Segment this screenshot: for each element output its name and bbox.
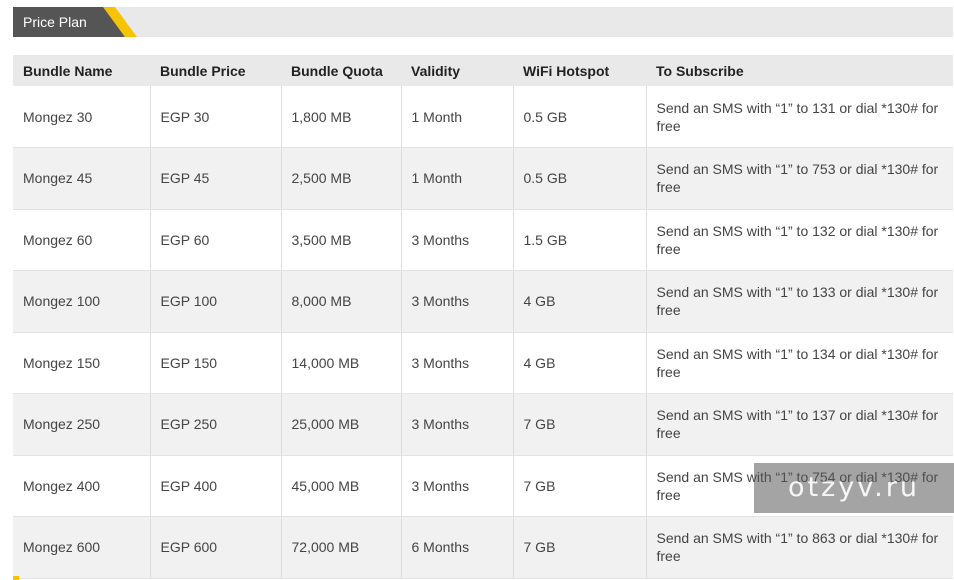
cell-bundle-quota: 72,000 MB (280, 516, 401, 579)
cell-to-subscribe: Send an SMS with “1” to 863 or dial *130… (645, 516, 953, 579)
column-header-validity: Validity (411, 62, 461, 79)
cell-to-subscribe: Send an SMS with “1” to 131 or dial *130… (645, 86, 953, 148)
cell-bundle-name: Mongez 600 (13, 516, 150, 579)
cell-wifi-hotspot: 1.5 GB (512, 209, 646, 271)
cell-bundle-name: Mongez 60 (13, 209, 150, 271)
cell-bundle-name: Mongez 400 (13, 455, 150, 517)
table-row: Mongez 600 EGP 600 72,000 MB 6 Months 7 … (13, 516, 953, 579)
column-header-wifi-hotspot: WiFi Hotspot (523, 62, 610, 79)
cell-wifi-hotspot: 7 GB (512, 516, 646, 579)
cell-bundle-price: EGP 400 (149, 455, 281, 517)
cell-wifi-hotspot: 0.5 GB (512, 86, 646, 148)
cell-to-subscribe: Send an SMS with “1” to 137 or dial *130… (645, 393, 953, 456)
cell-validity: 3 Months (400, 455, 513, 517)
price-plan-tab-label: Price Plan (23, 14, 87, 30)
cell-bundle-name: Mongez 30 (13, 86, 150, 148)
cell-validity: 3 Months (400, 270, 513, 333)
cell-validity: 3 Months (400, 209, 513, 271)
decorative-accent-mark (13, 576, 19, 580)
table-header-row: Bundle Name Bundle Price Bundle Quota Va… (13, 55, 953, 86)
cell-to-subscribe: Send an SMS with “1” to 134 or dial *130… (645, 332, 953, 394)
column-header-bundle-name: Bundle Name (23, 62, 113, 79)
watermark-overlay: otzyv.ru (754, 463, 954, 513)
cell-validity: 1 Month (400, 147, 513, 210)
cell-bundle-price: EGP 100 (149, 270, 281, 333)
cell-bundle-price: EGP 45 (149, 147, 281, 210)
cell-bundle-quota: 25,000 MB (280, 393, 401, 456)
cell-wifi-hotspot: 0.5 GB (512, 147, 646, 210)
cell-validity: 1 Month (400, 86, 513, 148)
cell-bundle-price: EGP 250 (149, 393, 281, 456)
cell-wifi-hotspot: 7 GB (512, 393, 646, 456)
cell-bundle-name: Mongez 150 (13, 332, 150, 394)
column-header-to-subscribe: To Subscribe (656, 62, 744, 79)
cell-bundle-quota: 1,800 MB (280, 86, 401, 148)
cell-to-subscribe: Send an SMS with “1” to 133 or dial *130… (645, 270, 953, 333)
section-header: Price Plan (13, 7, 953, 37)
cell-wifi-hotspot: 7 GB (512, 455, 646, 517)
watermark-text: otzyv.ru (788, 472, 920, 503)
cell-validity: 6 Months (400, 516, 513, 579)
table-row: Mongez 100 EGP 100 8,000 MB 3 Months 4 G… (13, 270, 953, 333)
cell-wifi-hotspot: 4 GB (512, 332, 646, 394)
cell-bundle-quota: 3,500 MB (280, 209, 401, 271)
cell-bundle-quota: 8,000 MB (280, 270, 401, 333)
cell-bundle-price: EGP 60 (149, 209, 281, 271)
column-header-bundle-price: Bundle Price (160, 62, 246, 79)
cell-validity: 3 Months (400, 393, 513, 456)
cell-bundle-name: Mongez 250 (13, 393, 150, 456)
cell-bundle-price: EGP 150 (149, 332, 281, 394)
cell-bundle-name: Mongez 100 (13, 270, 150, 333)
table-row: Mongez 60 EGP 60 3,500 MB 3 Months 1.5 G… (13, 209, 953, 271)
table-row: Mongez 150 EGP 150 14,000 MB 3 Months 4 … (13, 332, 953, 394)
table-row: Mongez 45 EGP 45 2,500 MB 1 Month 0.5 GB… (13, 147, 953, 210)
cell-to-subscribe: Send an SMS with “1” to 753 or dial *130… (645, 147, 953, 210)
cell-bundle-quota: 14,000 MB (280, 332, 401, 394)
table-header: Bundle Name Bundle Price Bundle Quota Va… (13, 55, 953, 86)
table-row: Mongez 250 EGP 250 25,000 MB 3 Months 7 … (13, 393, 953, 456)
cell-bundle-quota: 2,500 MB (280, 147, 401, 210)
column-header-bundle-quota: Bundle Quota (291, 62, 383, 79)
cell-bundle-price: EGP 30 (149, 86, 281, 148)
cell-bundle-price: EGP 600 (149, 516, 281, 579)
cell-wifi-hotspot: 4 GB (512, 270, 646, 333)
cell-bundle-name: Mongez 45 (13, 147, 150, 210)
cell-validity: 3 Months (400, 332, 513, 394)
cell-to-subscribe: Send an SMS with “1” to 132 or dial *130… (645, 209, 953, 271)
table-row: Mongez 30 EGP 30 1,800 MB 1 Month 0.5 GB… (13, 86, 953, 148)
cell-bundle-quota: 45,000 MB (280, 455, 401, 517)
